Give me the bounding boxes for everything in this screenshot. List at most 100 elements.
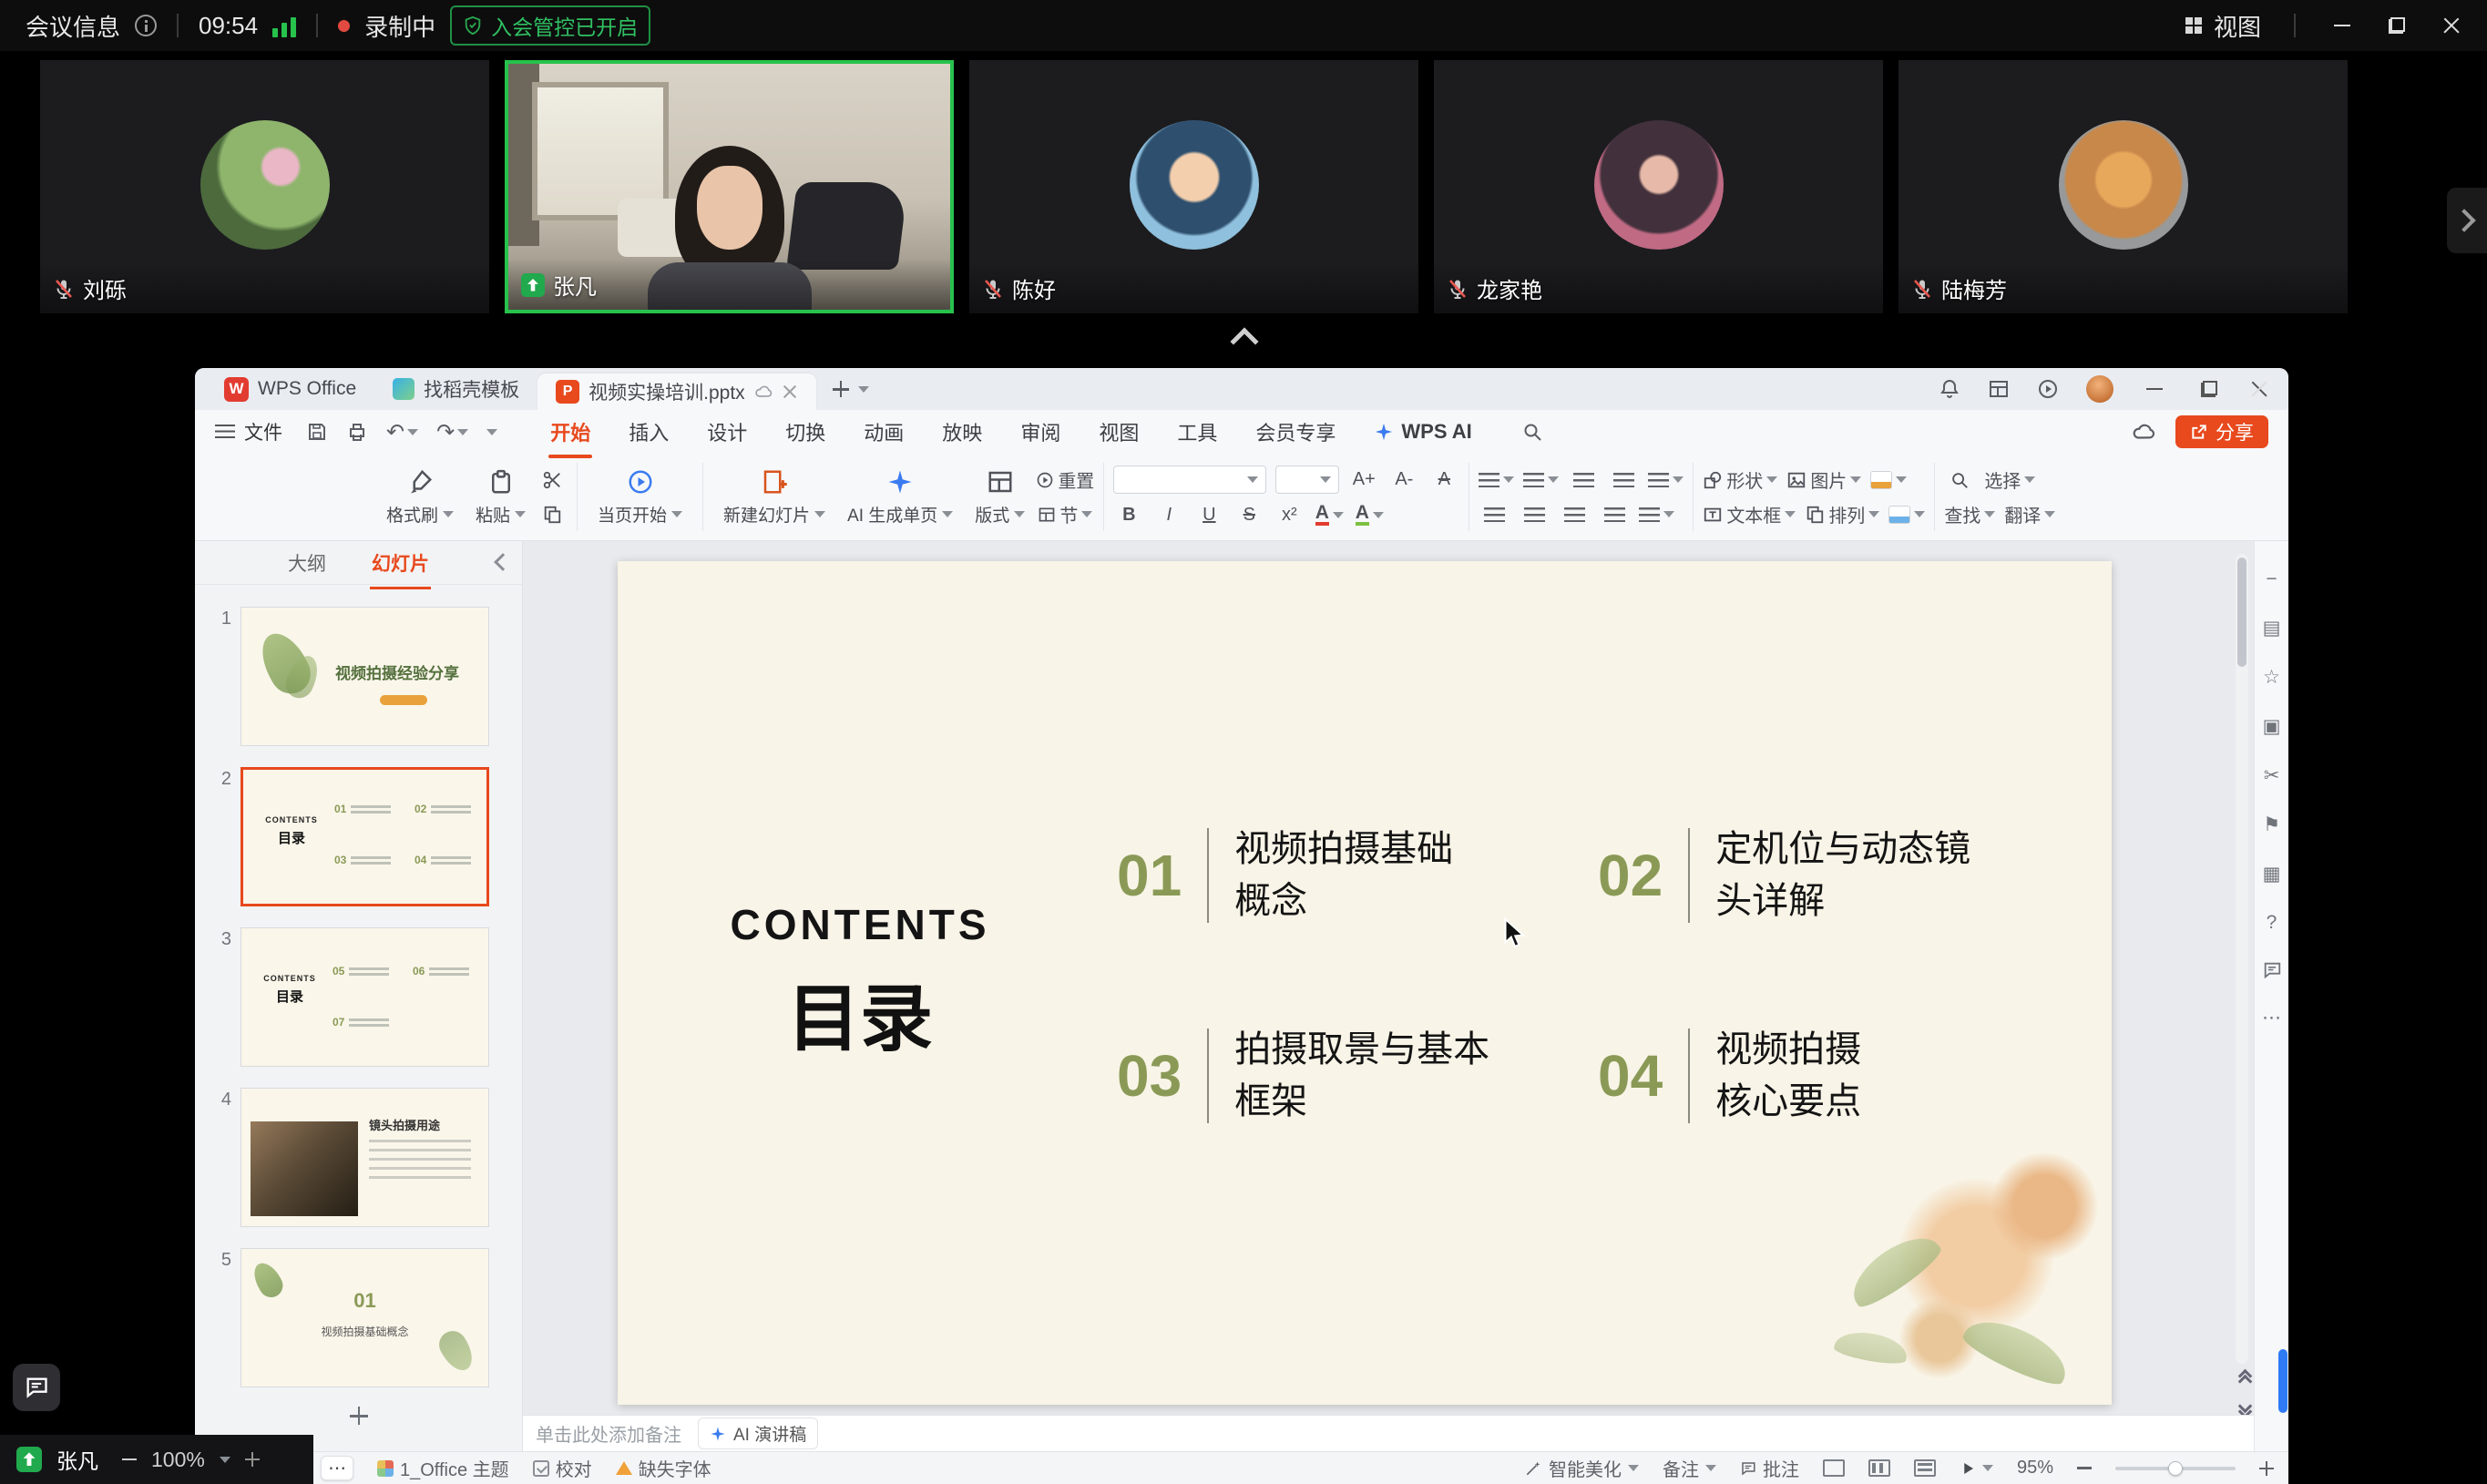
zoom-slider-knob[interactable] <box>2168 1461 2183 1476</box>
arrange-button[interactable]: 排列 <box>1805 501 1879 528</box>
previous-slide-button[interactable] <box>2240 1371 2250 1387</box>
comments-button[interactable]: 批注 <box>1740 1455 1799 1481</box>
participant-tile[interactable]: 陈好 <box>969 60 1418 313</box>
tab-tools[interactable]: 工具 <box>1175 414 1219 450</box>
search-icon[interactable] <box>1521 421 1543 443</box>
reset-button[interactable]: 重置 <box>1036 466 1094 494</box>
participant-tile[interactable]: 刘砾 <box>40 60 489 313</box>
increase-font-button[interactable]: A+ <box>1348 466 1379 494</box>
slide-layout-button[interactable]: 版式 <box>964 468 1036 527</box>
quick-access-more-caret-icon[interactable] <box>486 429 497 435</box>
bullet-list-button[interactable] <box>1479 466 1514 494</box>
share-zoom-caret-icon[interactable] <box>220 1457 230 1463</box>
translate-button[interactable]: 翻译 <box>2004 501 2055 528</box>
outline-color-button[interactable] <box>1888 501 1925 528</box>
align-left-button[interactable] <box>1479 501 1510 528</box>
tab-home[interactable]: 开始 <box>548 414 592 450</box>
paste-button[interactable]: 粘贴 <box>465 468 537 527</box>
notes-placeholder[interactable]: 单击此处添加备注 <box>536 1420 681 1447</box>
bold-button[interactable]: B <box>1113 501 1144 528</box>
tab-insert[interactable]: 插入 <box>627 414 670 450</box>
copy-button[interactable] <box>537 501 568 528</box>
align-right-button[interactable] <box>1559 501 1590 528</box>
share-zoom-value[interactable]: 100% <box>151 1448 205 1472</box>
font-family-select[interactable] <box>1113 466 1266 494</box>
new-tab-button[interactable] <box>829 377 853 401</box>
clear-format-button[interactable]: A <box>1428 466 1459 494</box>
tab-docer-templates[interactable]: 找稻壳模板 <box>374 368 537 410</box>
tab-document-active[interactable]: P 视频实操培训.pptx <box>537 374 816 410</box>
font-size-select[interactable] <box>1275 466 1339 494</box>
section-button[interactable]: 节 <box>1036 501 1094 528</box>
slide-thumbnail-3[interactable]: 3 CONTENTS 目录 05 06 07 <box>206 927 522 1067</box>
format-painter-button[interactable]: 格式刷 <box>375 468 465 527</box>
underline-button[interactable]: U <box>1193 501 1224 528</box>
add-slide-button[interactable] <box>195 1395 522 1437</box>
search-tool-button[interactable] <box>1944 466 1975 494</box>
notes-toggle-button[interactable]: 备注 <box>1663 1455 1716 1481</box>
tab-member-exclusive[interactable]: 会员专享 <box>1254 414 1337 450</box>
play-slideshow-button[interactable] <box>1960 1460 1993 1477</box>
tab-list-caret-icon[interactable] <box>858 386 869 393</box>
share-zoom-in-button[interactable] <box>245 1452 260 1467</box>
scroll-indicator[interactable] <box>2278 1349 2287 1413</box>
recording-label[interactable]: 录制中 <box>364 9 435 43</box>
save-icon[interactable] <box>306 421 328 443</box>
tab-slides[interactable]: 幻灯片 <box>370 544 431 582</box>
tab-slideshow[interactable]: 放映 <box>940 414 984 450</box>
tab-wps-home[interactable]: W WPS Office <box>206 368 374 410</box>
proofread-status[interactable]: 校对 <box>533 1455 592 1481</box>
info-icon[interactable] <box>135 15 157 36</box>
toc-item-01[interactable]: 01 视频拍摄基础概念 <box>1117 824 1453 927</box>
line-spacing-button[interactable] <box>1648 466 1684 494</box>
rail-help-icon[interactable]: ? <box>2267 912 2277 934</box>
normal-view-button[interactable] <box>1823 1459 1845 1477</box>
find-button[interactable]: 查找 <box>1944 501 1995 528</box>
rail-flag-icon[interactable]: ⚑ <box>2263 814 2280 836</box>
ai-speech-button[interactable]: AI 演讲稿 <box>698 1417 818 1449</box>
rail-comment-icon[interactable] <box>2262 960 2282 980</box>
wps-restore-button[interactable] <box>2195 375 2223 403</box>
font-color-button[interactable]: A <box>1314 501 1345 528</box>
share-button[interactable]: 分享 <box>2175 415 2268 448</box>
picture-button[interactable]: 图片 <box>1786 466 1861 494</box>
align-center-button[interactable] <box>1519 501 1550 528</box>
slide-sorter-view-button[interactable] <box>1868 1459 1890 1477</box>
zoom-percentage[interactable]: 95% <box>2017 1458 2053 1479</box>
shapes-button[interactable]: 形状 <box>1703 466 1777 494</box>
panel-collapse-icon[interactable] <box>494 553 512 571</box>
rail-layout-icon[interactable]: ▣ <box>2263 715 2281 738</box>
participant-tile[interactable]: 陆梅芳 <box>1899 60 2348 313</box>
tab-transitions[interactable]: 切换 <box>783 414 827 450</box>
numbered-list-button[interactable] <box>1523 466 1559 494</box>
slide-thumbnail-4[interactable]: 4 镜头拍摄用途 <box>206 1088 522 1227</box>
dock-more-button[interactable]: ⋯ <box>321 1456 353 1480</box>
highlight-color-button[interactable]: A <box>1354 501 1385 528</box>
layout-icon[interactable] <box>1988 378 2010 400</box>
view-button[interactable]: 视图 <box>2183 9 2261 43</box>
smart-beautify-button[interactable]: 智能美化 <box>1524 1455 1639 1481</box>
undo-button[interactable]: ↶ <box>386 419 418 445</box>
community-globe-icon[interactable] <box>2037 378 2059 400</box>
rail-collapse-icon[interactable]: − <box>2266 568 2277 590</box>
wps-close-button[interactable] <box>2250 380 2268 398</box>
fill-color-button[interactable] <box>1870 466 1907 494</box>
share-zoom-out-button[interactable] <box>122 1458 137 1460</box>
tab-outline[interactable]: 大纲 <box>286 544 328 582</box>
vertical-scrollbar[interactable] <box>2236 554 2248 1364</box>
admission-control-badge[interactable]: 入会管控已开启 <box>450 5 650 46</box>
next-participants-button[interactable] <box>2447 188 2487 253</box>
editor-canvas[interactable]: CONTENTS 目录 01 视频拍摄基础概念 02 定机位与动态镜头详解 <box>523 541 2254 1451</box>
collapse-strip-button[interactable] <box>1215 321 1274 353</box>
decrease-indent-button[interactable] <box>1568 466 1599 494</box>
hamburger-menu-icon[interactable] <box>215 425 235 439</box>
slide-thumbnail-5[interactable]: 5 01 视频拍摄基础概念 <box>206 1248 522 1387</box>
textbox-button[interactable]: 文本框 <box>1703 501 1796 528</box>
tab-review[interactable]: 审阅 <box>1018 414 1062 450</box>
justify-button[interactable] <box>1599 501 1630 528</box>
minimize-button[interactable] <box>2328 12 2356 39</box>
zoom-slider[interactable] <box>2115 1467 2236 1470</box>
tab-view[interactable]: 视图 <box>1097 414 1141 450</box>
missing-font-warning[interactable]: 缺失字体 <box>616 1455 711 1481</box>
distribute-button[interactable] <box>1639 501 1674 528</box>
